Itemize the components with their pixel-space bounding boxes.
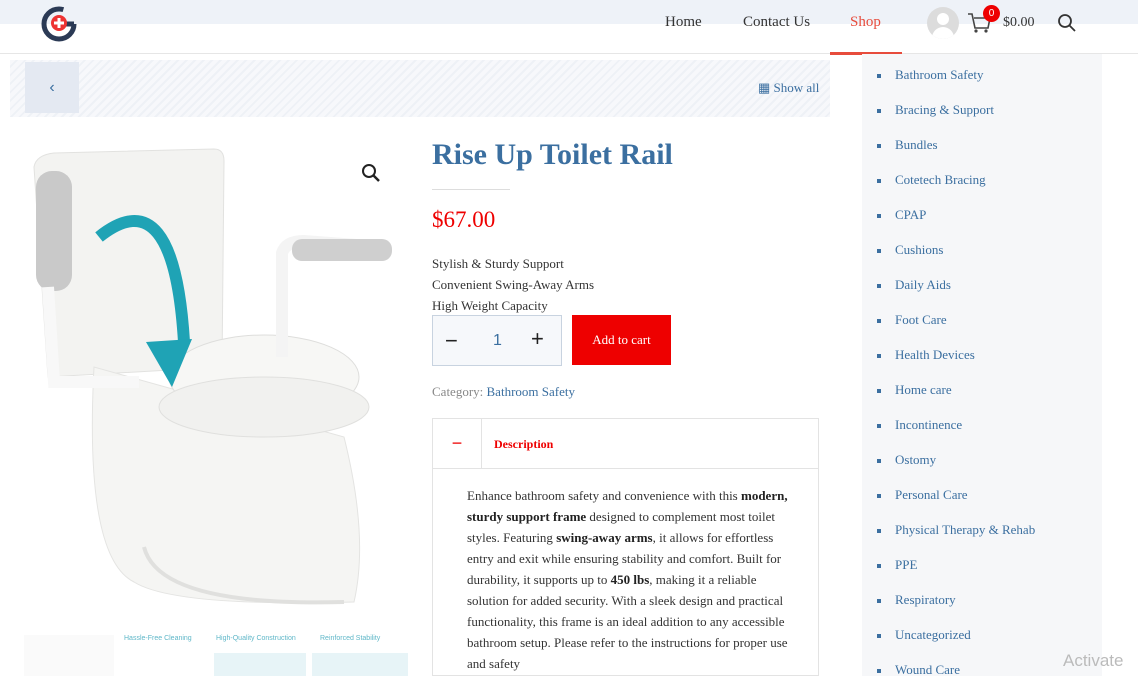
description-emphasis: swing-away arms — [556, 530, 653, 545]
category-list: Bathroom Safety Bracing & Support Bundle… — [877, 67, 1035, 697]
category-item[interactable]: PPE — [877, 557, 1035, 592]
category-item[interactable]: Home care — [877, 382, 1035, 417]
thumbnail-caption: Reinforced Stability — [320, 635, 381, 642]
thumbnail-3[interactable] — [312, 653, 408, 676]
category-item[interactable]: Bathroom Safety — [877, 67, 1035, 102]
category-item[interactable]: Wound Care — [877, 662, 1035, 697]
cart-count-badge: 0 — [983, 5, 1000, 22]
category-item[interactable]: Bundles — [877, 137, 1035, 172]
nav-shop[interactable]: Shop — [850, 14, 881, 31]
feature-item: Convenient Swing-Away Arms — [432, 277, 595, 292]
category-item[interactable]: Respiratory — [877, 592, 1035, 627]
add-to-cart-button[interactable]: Add to cart — [572, 315, 671, 365]
grid-icon: ▦ — [758, 80, 771, 95]
category-item[interactable]: Daily Aids — [877, 277, 1035, 312]
product-tabs: − Description Enhance bathroom safety an… — [432, 418, 819, 676]
minus-icon[interactable]: − — [445, 328, 458, 354]
feature-list: Stylish & Sturdy Support Convenient Swin… — [432, 253, 594, 316]
breadcrumb-bar — [10, 60, 830, 117]
category-item[interactable]: Bracing & Support — [877, 102, 1035, 137]
category-item[interactable]: Physical Therapy & Rehab — [877, 522, 1035, 557]
product-price: $67.00 — [432, 207, 496, 232]
collapse-icon[interactable]: − — [433, 419, 482, 469]
description-emphasis: 450 lbs — [610, 572, 650, 587]
nav-contact[interactable]: Contact Us — [743, 14, 810, 31]
description-text: Enhance bathroom safety and convenience … — [467, 488, 741, 503]
feature-item: High Weight Capacity — [432, 298, 548, 313]
back-button[interactable]: ‹ — [25, 62, 79, 113]
category-item[interactable]: Health Devices — [877, 347, 1035, 382]
category-item[interactable]: Ostomy — [877, 452, 1035, 487]
tab-label[interactable]: Description — [494, 437, 553, 452]
product-category: Category: Bathroom Safety — [432, 384, 575, 400]
cart-total[interactable]: $0.00 — [1003, 15, 1035, 31]
product-thumbnails[interactable]: Hassle-Free Cleaning High-Quality Constr… — [24, 635, 408, 676]
product-title: Rise Up Toilet Rail — [432, 138, 673, 171]
show-all-link[interactable]: ▦ Show all — [758, 80, 819, 96]
category-item[interactable]: Cushions — [877, 242, 1035, 277]
category-item[interactable]: Incontinence — [877, 417, 1035, 452]
category-label: Category: — [432, 384, 484, 399]
tab-description[interactable]: − Description — [433, 419, 818, 469]
product-description: Enhance bathroom safety and convenience … — [467, 485, 792, 674]
nav-home[interactable]: Home — [665, 14, 702, 31]
category-item[interactable]: Cotetech Bracing — [877, 172, 1035, 207]
product-image[interactable] — [24, 137, 408, 633]
divider — [432, 189, 510, 190]
category-item[interactable]: Personal Care — [877, 487, 1035, 522]
thumbnail-1[interactable] — [24, 635, 114, 676]
category-item[interactable]: Uncategorized — [877, 627, 1035, 662]
category-item[interactable]: Foot Care — [877, 312, 1035, 347]
site-logo[interactable] — [40, 5, 78, 43]
search-icon[interactable] — [1057, 13, 1077, 33]
show-all-label: Show all — [773, 80, 820, 95]
thumbnail-caption: Hassle-Free Cleaning — [124, 635, 192, 642]
feature-item: Stylish & Sturdy Support — [432, 256, 564, 271]
activate-watermark: Activate — [1063, 651, 1124, 670]
plus-icon[interactable]: + — [531, 326, 544, 352]
thumbnail-2[interactable] — [214, 653, 306, 676]
category-item[interactable]: CPAP — [877, 207, 1035, 242]
avatar[interactable] — [927, 7, 959, 39]
thumbnail-caption: High-Quality Construction — [216, 635, 296, 642]
quantity-value[interactable]: 1 — [493, 332, 502, 350]
zoom-icon[interactable] — [360, 162, 382, 184]
quantity-stepper[interactable]: − 1 + — [432, 315, 562, 366]
category-link[interactable]: Bathroom Safety — [487, 384, 575, 399]
